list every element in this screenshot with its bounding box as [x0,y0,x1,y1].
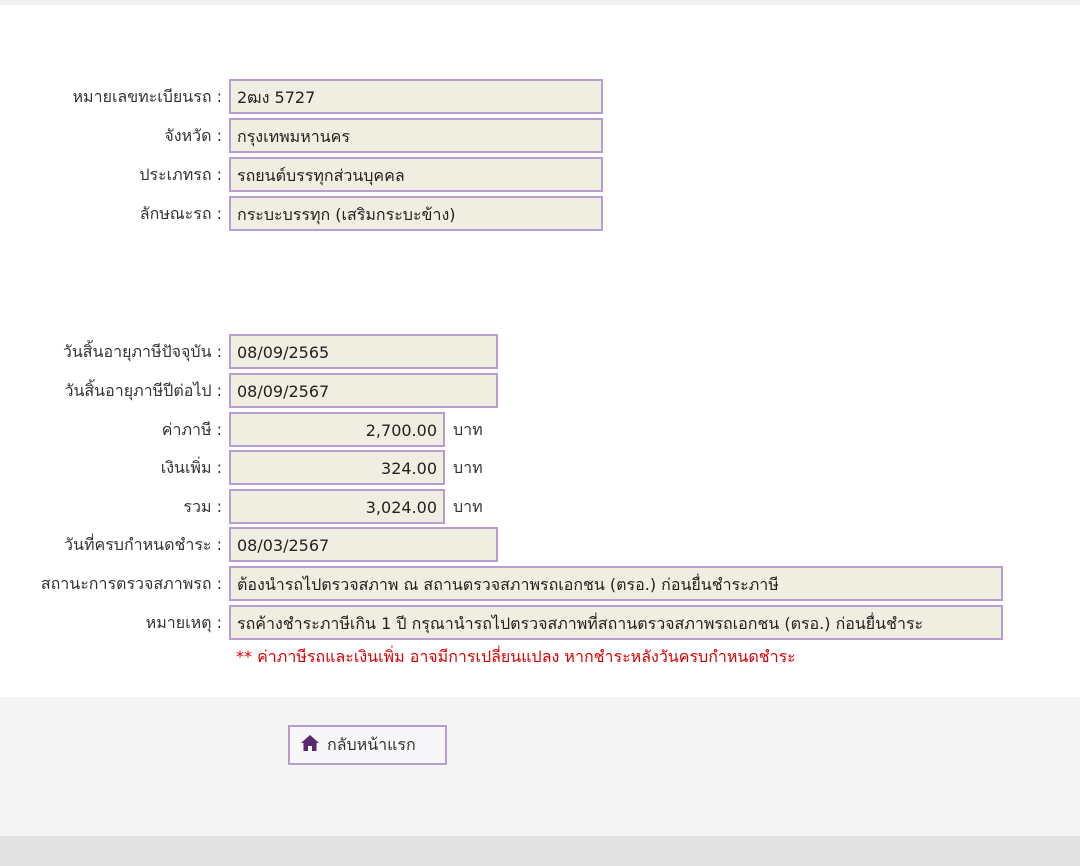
inspection-field: ต้องนำรถไปตรวจสภาพ ณ สถานตรวจสภาพรถเอกชน… [229,566,1003,601]
total-unit: บาท [453,497,483,516]
current-expiry-field: 08/09/2565 [229,334,498,369]
next-expiry-field: 08/09/2567 [229,373,498,408]
home-button-label: กลับหน้าแรก [327,734,416,754]
vehicle-type-field: รถยนต์บรรทุกส่วนบุคคล [229,157,603,192]
total-row: รวม : [0,489,222,524]
body-type-row: ลักษณะรถ : [0,196,222,231]
vehicle-type-label: ประเภทรถ : [139,165,222,184]
province-row: จังหวัด : [0,118,222,153]
plate-row: หมายเลขทะเบียนรถ : [0,79,223,114]
home-icon [300,733,320,757]
plate-label: หมายเลขทะเบียนรถ : [72,87,223,106]
remark-field: รถค้างชำระภาษีเกิน 1 ปี กรุณานำรถไปตรวจส… [229,605,1003,640]
current-expiry-row: วันสิ้นอายุภาษีปัจจุบัน : [0,334,222,369]
price-change-warning: ** ค่าภาษีรถและเงินเพิ่ม อาจมีการเปลี่ยน… [236,647,796,666]
next-expiry-row: วันสิ้นอายุภาษีปีต่อไป : [0,373,222,408]
body-type-field: กระบะบรรทุก (เสริมกระบะข้าง) [229,196,603,231]
surcharge-label: เงินเพิ่ม : [160,458,222,477]
inspection-row: สถานะการตรวจสภาพรถ : [0,566,222,601]
footer [0,836,1080,866]
province-label: จังหวัด : [164,126,222,145]
due-date-label: วันที่ครบกำหนดชำระ : [64,535,222,554]
body-type-label: ลักษณะรถ : [139,204,222,223]
remark-label: หมายเหตุ : [145,613,222,632]
home-button[interactable]: กลับหน้าแรก [288,725,447,765]
action-band [0,697,1080,836]
total-field: 3,024.00 [229,489,445,524]
remark-row: หมายเหตุ : [0,605,222,640]
surcharge-unit: บาท [453,458,483,477]
province-field: กรุงเทพมหานคร [229,118,603,153]
tax-row: ค่าภาษี : [0,412,222,447]
due-date-field: 08/03/2567 [229,527,498,562]
surcharge-field: 324.00 [229,450,445,485]
vehicle-type-row: ประเภทรถ : [0,157,222,192]
inspection-label: สถานะการตรวจสภาพรถ : [40,574,222,593]
surcharge-row: เงินเพิ่ม : [0,450,222,485]
next-expiry-label: วันสิ้นอายุภาษีปีต่อไป : [64,381,222,400]
tax-label: ค่าภาษี : [161,420,222,439]
tax-field: 2,700.00 [229,412,445,447]
tax-unit: บาท [453,420,483,439]
current-expiry-label: วันสิ้นอายุภาษีปัจจุบัน : [62,342,222,361]
total-label: รวม : [183,497,222,516]
plate-field: 2ฒง 5727 [229,79,603,114]
top-bar [0,0,1080,5]
due-date-row: วันที่ครบกำหนดชำระ : [0,527,222,562]
